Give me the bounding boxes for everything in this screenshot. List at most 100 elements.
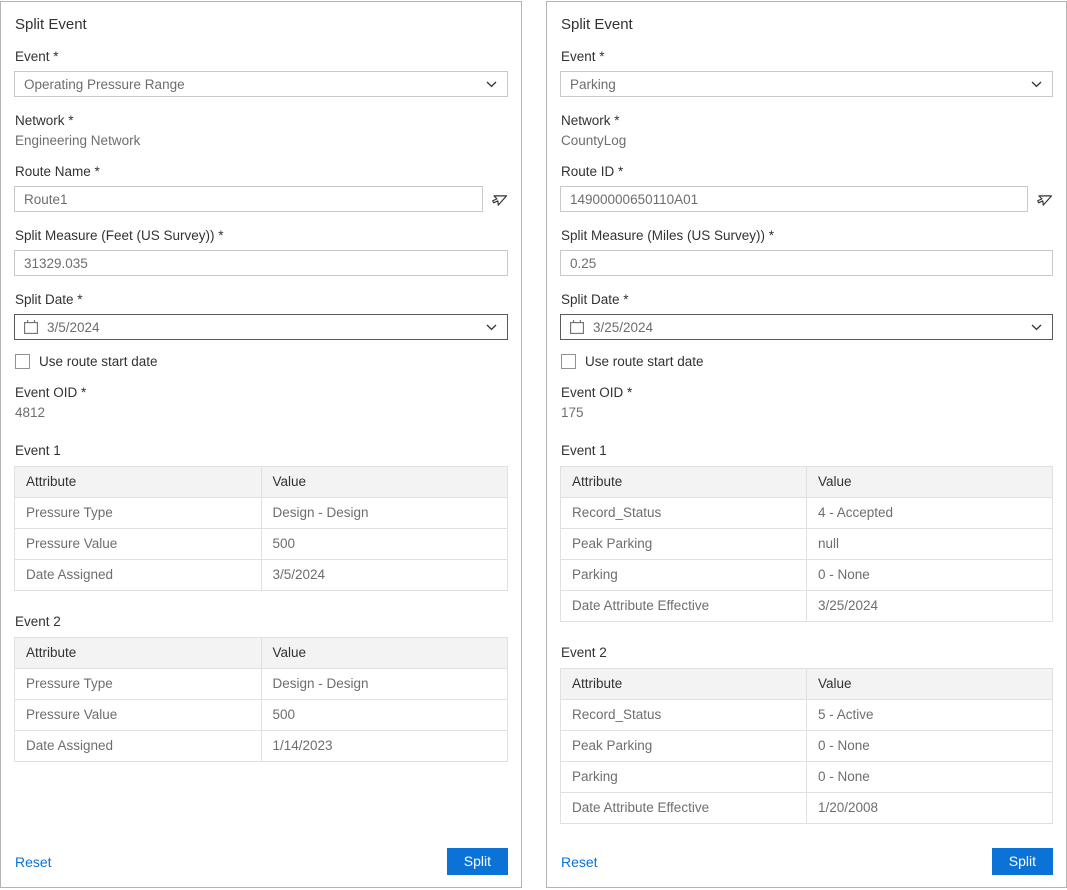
event-oid-label: Event OID * bbox=[15, 385, 508, 400]
table-row: Parking 0 - None bbox=[561, 560, 1053, 591]
split-event-panel-right: Split Event Event * Parking Network * Co… bbox=[546, 1, 1067, 888]
page-title: Split Event bbox=[15, 16, 508, 33]
use-route-start-date-checkbox[interactable] bbox=[561, 354, 576, 369]
date-field-label: Split Date * bbox=[15, 292, 508, 307]
split-measure-input[interactable] bbox=[14, 250, 508, 276]
table-row: Parking 0 - None bbox=[561, 762, 1053, 793]
network-field-label: Network * bbox=[15, 113, 508, 128]
value-cell: 0 - None bbox=[807, 560, 1053, 591]
use-route-start-date-checkbox[interactable] bbox=[15, 354, 30, 369]
table-row: Date Attribute Effective 1/20/2008 bbox=[561, 793, 1053, 824]
route-field-label: Route Name * bbox=[15, 164, 508, 179]
value-cell: 1/20/2008 bbox=[807, 793, 1053, 824]
event1-heading: Event 1 bbox=[15, 443, 508, 458]
reset-button[interactable]: Reset bbox=[15, 854, 52, 870]
select-on-map-icon[interactable] bbox=[491, 191, 508, 208]
attribute-cell: Pressure Type bbox=[15, 498, 262, 529]
page-title: Split Event bbox=[561, 16, 1053, 33]
value-column-header: Value bbox=[807, 467, 1053, 498]
value-cell: 5 - Active bbox=[807, 700, 1053, 731]
event2-table: Attribute Value Pressure Type Design - D… bbox=[14, 637, 508, 762]
table-header-row: Attribute Value bbox=[15, 638, 508, 669]
value-column-header: Value bbox=[261, 467, 508, 498]
event-field-label: Event * bbox=[561, 49, 1053, 64]
network-value: Engineering Network bbox=[15, 133, 508, 148]
attribute-cell: Date Assigned bbox=[15, 560, 262, 591]
attribute-cell: Pressure Value bbox=[15, 529, 262, 560]
attribute-column-header: Attribute bbox=[561, 467, 807, 498]
table-header-row: Attribute Value bbox=[15, 467, 508, 498]
value-cell: 500 bbox=[261, 529, 508, 560]
reset-button[interactable]: Reset bbox=[561, 854, 598, 870]
event-oid-label: Event OID * bbox=[561, 385, 1053, 400]
event-select[interactable]: Operating Pressure Range bbox=[14, 71, 508, 97]
table-row: Record_Status 4 - Accepted bbox=[561, 498, 1053, 529]
use-route-start-date-label: Use route start date bbox=[39, 354, 158, 369]
calendar-icon bbox=[23, 319, 39, 335]
event-oid-value: 175 bbox=[561, 405, 1053, 420]
value-cell: 0 - None bbox=[807, 731, 1053, 762]
attribute-cell: Parking bbox=[561, 762, 807, 793]
attribute-cell: Date Attribute Effective bbox=[561, 591, 807, 622]
table-row: Date Attribute Effective 3/25/2024 bbox=[561, 591, 1053, 622]
attribute-column-header: Attribute bbox=[15, 467, 262, 498]
value-cell: 1/14/2023 bbox=[261, 731, 508, 762]
value-cell: Design - Design bbox=[261, 498, 508, 529]
table-row: Pressure Type Design - Design bbox=[15, 669, 508, 700]
table-row: Pressure Value 500 bbox=[15, 700, 508, 731]
event-select[interactable]: Parking bbox=[560, 71, 1053, 97]
route-input-row bbox=[560, 186, 1053, 212]
date-field-label: Split Date * bbox=[561, 292, 1053, 307]
event2-heading: Event 2 bbox=[561, 645, 1053, 660]
attribute-column-header: Attribute bbox=[15, 638, 262, 669]
split-measure-input[interactable] bbox=[560, 250, 1053, 276]
value-column-header: Value bbox=[807, 669, 1053, 700]
split-button[interactable]: Split bbox=[447, 848, 508, 875]
network-value: CountyLog bbox=[561, 133, 1053, 148]
chevron-down-icon bbox=[486, 324, 497, 331]
use-route-start-date-label: Use route start date bbox=[585, 354, 704, 369]
value-cell: 0 - None bbox=[807, 762, 1053, 793]
attribute-cell: Record_Status bbox=[561, 700, 807, 731]
measure-field-label: Split Measure (Feet (US Survey)) * bbox=[15, 228, 508, 243]
use-route-start-date-row: Use route start date bbox=[15, 354, 508, 369]
value-cell: 3/25/2024 bbox=[807, 591, 1053, 622]
table-row: Peak Parking 0 - None bbox=[561, 731, 1053, 762]
table-row: Pressure Type Design - Design bbox=[15, 498, 508, 529]
use-route-start-date-row: Use route start date bbox=[561, 354, 1053, 369]
split-button[interactable]: Split bbox=[992, 848, 1053, 875]
split-date-picker[interactable]: 3/5/2024 bbox=[14, 314, 508, 340]
route-input[interactable] bbox=[14, 186, 483, 212]
split-event-panel-left: Split Event Event * Operating Pressure R… bbox=[0, 1, 522, 888]
chevron-down-icon bbox=[1031, 81, 1042, 88]
route-field-label: Route ID * bbox=[561, 164, 1053, 179]
panel-footer: Reset Split bbox=[15, 848, 508, 875]
route-input[interactable] bbox=[560, 186, 1028, 212]
split-date-picker[interactable]: 3/25/2024 bbox=[560, 314, 1053, 340]
table-row: Date Assigned 1/14/2023 bbox=[15, 731, 508, 762]
route-input-row bbox=[14, 186, 508, 212]
value-column-header: Value bbox=[261, 638, 508, 669]
table-header-row: Attribute Value bbox=[561, 467, 1053, 498]
attribute-column-header: Attribute bbox=[561, 669, 807, 700]
value-cell: 500 bbox=[261, 700, 508, 731]
table-header-row: Attribute Value bbox=[561, 669, 1053, 700]
attribute-cell: Record_Status bbox=[561, 498, 807, 529]
event2-table: Attribute Value Record_Status 5 - Active… bbox=[560, 668, 1053, 824]
value-cell: 4 - Accepted bbox=[807, 498, 1053, 529]
event-field-label: Event * bbox=[15, 49, 508, 64]
attribute-cell: Date Attribute Effective bbox=[561, 793, 807, 824]
select-on-map-icon[interactable] bbox=[1036, 191, 1053, 208]
chevron-down-icon bbox=[486, 81, 497, 88]
value-cell: null bbox=[807, 529, 1053, 560]
event2-heading: Event 2 bbox=[15, 614, 508, 629]
attribute-cell: Parking bbox=[561, 560, 807, 591]
attribute-cell: Pressure Type bbox=[15, 669, 262, 700]
split-date-value: 3/5/2024 bbox=[47, 320, 100, 335]
value-cell: 3/5/2024 bbox=[261, 560, 508, 591]
chevron-down-icon bbox=[1031, 324, 1042, 331]
table-row: Record_Status 5 - Active bbox=[561, 700, 1053, 731]
measure-field-label: Split Measure (Miles (US Survey)) * bbox=[561, 228, 1053, 243]
event-select-value: Operating Pressure Range bbox=[24, 77, 185, 92]
event1-table: Attribute Value Record_Status 4 - Accept… bbox=[560, 466, 1053, 622]
